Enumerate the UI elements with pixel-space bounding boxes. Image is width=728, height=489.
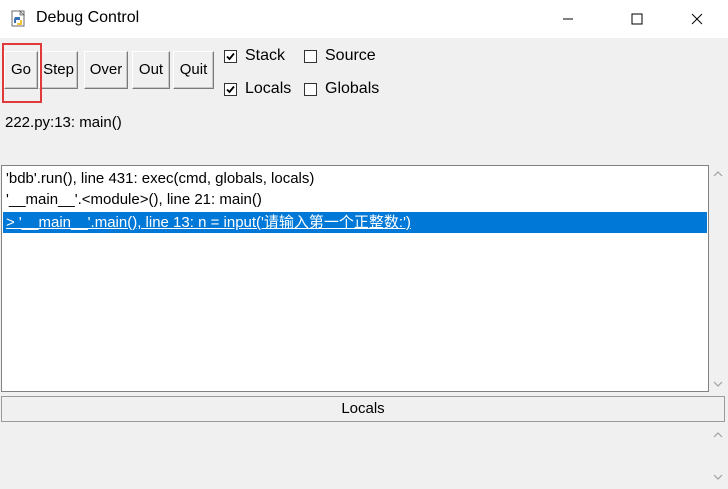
chevron-up-icon <box>713 431 722 437</box>
minimize-button[interactable] <box>545 0 591 38</box>
stack-listbox[interactable]: 'bdb'.run(), line 431: exec(cmd, globals… <box>1 165 709 392</box>
locals-label: Locals <box>245 80 292 97</box>
title-bar: Debug Control <box>0 0 728 38</box>
locals-scrollbar[interactable] <box>709 424 726 489</box>
over-button[interactable]: Over <box>84 51 128 89</box>
locals-check-box[interactable] <box>224 82 237 96</box>
scroll-up-button[interactable] <box>709 165 726 182</box>
close-button[interactable] <box>674 0 720 38</box>
window-title: Debug Control <box>36 9 140 26</box>
close-icon <box>691 13 703 25</box>
out-button[interactable]: Out <box>132 51 170 89</box>
chevron-down-icon <box>713 474 722 480</box>
globals-label: Globals <box>325 80 380 97</box>
stack-checkbox[interactable]: Stack <box>224 46 285 66</box>
go-button[interactable]: Go <box>4 51 38 89</box>
stack-frame-row[interactable]: '__main__'.<module>(), line 21: main() <box>3 189 707 210</box>
stack-frame-row-selected[interactable]: > '__main__'.main(), line 13: n = input(… <box>3 212 707 233</box>
locals-header[interactable]: Locals <box>1 396 725 422</box>
minimize-icon <box>563 18 573 20</box>
stack-frame-text: 'bdb'.run(), line 431: exec(cmd, globals… <box>6 170 315 187</box>
locals-checkbox[interactable]: Locals <box>224 79 291 99</box>
source-label: Source <box>325 47 376 64</box>
checkmark-icon <box>226 85 235 93</box>
status-location: 222.py:13: main() <box>5 114 122 131</box>
globals-checkbox[interactable]: Globals <box>304 79 379 99</box>
source-check-box[interactable] <box>304 49 317 63</box>
locals-scroll-down-button[interactable] <box>709 468 726 485</box>
stack-frame-text: > '__main__'.main(), line 13: n = input(… <box>6 214 411 231</box>
chevron-down-icon <box>713 381 722 387</box>
stack-frame-row[interactable]: 'bdb'.run(), line 431: exec(cmd, globals… <box>3 168 707 189</box>
step-button[interactable]: Step <box>39 51 78 89</box>
stack-frame-text: '__main__'.<module>(), line 21: main() <box>6 191 262 208</box>
checkmark-icon <box>226 52 235 60</box>
scroll-down-button[interactable] <box>709 375 726 392</box>
stack-check-box[interactable] <box>224 49 237 63</box>
maximize-icon <box>631 13 643 25</box>
locals-scroll-up-button[interactable] <box>709 426 726 443</box>
stack-scrollbar[interactable] <box>709 165 726 392</box>
maximize-button[interactable] <box>614 0 660 38</box>
chevron-up-icon <box>713 170 722 176</box>
locals-listbox[interactable] <box>1 424 709 489</box>
globals-check-box[interactable] <box>304 82 317 96</box>
quit-button[interactable]: Quit <box>173 51 214 89</box>
python-idle-icon <box>11 10 25 27</box>
stack-label: Stack <box>245 47 286 64</box>
source-checkbox[interactable]: Source <box>304 46 376 66</box>
